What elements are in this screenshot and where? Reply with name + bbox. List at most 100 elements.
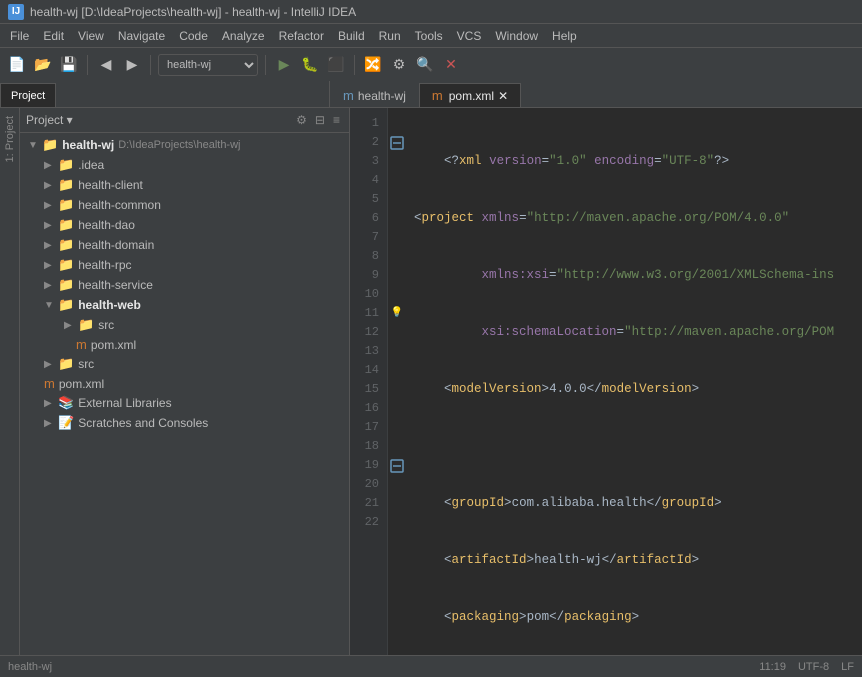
- tabs-row: Project m health-wj m pom.xml ✕: [0, 82, 862, 108]
- tab-close-icon[interactable]: ✕: [498, 89, 508, 103]
- tree-root[interactable]: ▼ 📁 health-wj D:\IdeaProjects\health-wj: [20, 135, 349, 155]
- idea-folder-icon: 📁: [58, 157, 74, 173]
- menu-help[interactable]: Help: [546, 27, 583, 45]
- extlibs-arrow: ▶: [44, 398, 56, 409]
- separator-3: [265, 55, 266, 75]
- tree-item-health-client[interactable]: ▶ 📁 health-client: [20, 175, 349, 195]
- gutter-12: [388, 323, 406, 342]
- idea-arrow: ▶: [44, 160, 56, 171]
- panel-header-icons: ⚙ ⊟ ≡: [293, 112, 343, 128]
- cursor-pos: 11:19: [759, 661, 786, 673]
- line-num-6: 6: [350, 209, 379, 228]
- line-num-16: 16: [350, 399, 379, 418]
- menu-refactor[interactable]: Refactor: [273, 27, 330, 45]
- tree-item-src[interactable]: ▶ 📁 src: [20, 354, 349, 374]
- panel-title-label: Project ▾: [26, 113, 73, 127]
- code-line-5: <modelVersion>4.0.0</modelVersion>: [414, 380, 854, 399]
- tree-item-health-service[interactable]: ▶ 📁 health-service: [20, 275, 349, 295]
- close-proj-button[interactable]: ✕: [440, 54, 462, 76]
- client-arrow: ▶: [44, 180, 56, 191]
- vcs-button[interactable]: 🔀: [362, 54, 384, 76]
- menu-view[interactable]: View: [72, 27, 110, 45]
- collapse-icon[interactable]: ⊟: [312, 112, 328, 128]
- menu-navigate[interactable]: Navigate: [112, 27, 171, 45]
- tree-item-root-pom[interactable]: m pom.xml: [20, 374, 349, 393]
- project-tab[interactable]: Project: [0, 83, 56, 107]
- client-folder-icon: 📁: [58, 177, 74, 193]
- extlibs-icon: 📚: [58, 395, 74, 411]
- root-pom-label: pom.xml: [59, 377, 104, 391]
- menu-window[interactable]: Window: [489, 27, 544, 45]
- tree-item-health-common[interactable]: ▶ 📁 health-common: [20, 195, 349, 215]
- rpc-label: health-rpc: [78, 258, 131, 272]
- service-label: health-service: [78, 278, 153, 292]
- tree-item-idea[interactable]: ▶ 📁 .idea: [20, 155, 349, 175]
- tab-pom-xml[interactable]: m pom.xml ✕: [419, 83, 521, 107]
- tab-health-wj-label: health-wj: [358, 89, 406, 103]
- separator-4: [354, 55, 355, 75]
- menu-edit[interactable]: Edit: [37, 27, 70, 45]
- gutter-11: 💡: [388, 304, 406, 323]
- back-button[interactable]: ◀: [95, 54, 117, 76]
- line-num-18: 18: [350, 437, 379, 456]
- line-num-19: 19: [350, 456, 379, 475]
- save-button[interactable]: 💾: [58, 54, 80, 76]
- menu-build[interactable]: Build: [332, 27, 371, 45]
- open-button[interactable]: 📂: [32, 54, 54, 76]
- line-sep: LF: [841, 661, 854, 673]
- web-src-icon: 📁: [78, 317, 94, 333]
- menu-analyze[interactable]: Analyze: [216, 27, 271, 45]
- scratches-icon: 📝: [58, 415, 74, 431]
- search-button[interactable]: 🔍: [414, 54, 436, 76]
- tree-item-scratches[interactable]: ▶ 📝 Scratches and Consoles: [20, 413, 349, 433]
- code-area: 1 2 3 4 5 6 7 8 9 10 11 12 13 14 15 16 1…: [350, 108, 862, 655]
- menu-run[interactable]: Run: [373, 27, 407, 45]
- line-num-7: 7: [350, 228, 379, 247]
- menu-vcs[interactable]: VCS: [451, 27, 488, 45]
- stop-button[interactable]: ⬛: [325, 54, 347, 76]
- config-combo[interactable]: health-wj: [158, 54, 258, 76]
- tree-item-health-domain[interactable]: ▶ 📁 health-domain: [20, 235, 349, 255]
- tree-item-health-web-pom[interactable]: m pom.xml: [20, 335, 349, 354]
- tab-pom-xml-label: pom.xml: [449, 89, 494, 103]
- service-arrow: ▶: [44, 280, 56, 291]
- domain-folder-icon: 📁: [58, 237, 74, 253]
- tree-item-health-rpc[interactable]: ▶ 📁 health-rpc: [20, 255, 349, 275]
- code-content[interactable]: <?xml version="1.0" encoding="UTF-8"?> <…: [406, 108, 862, 655]
- dao-label: health-dao: [78, 218, 135, 232]
- code-line-4: xsi:schemaLocation="http://maven.apache.…: [414, 323, 854, 342]
- vertical-tab-bar: 1: Project: [0, 108, 20, 655]
- rpc-folder-icon: 📁: [58, 257, 74, 273]
- menu-tools[interactable]: Tools: [409, 27, 449, 45]
- line-num-21: 21: [350, 494, 379, 513]
- code-line-2: <project xmlns="http://maven.apache.org/…: [414, 209, 854, 228]
- gutter-6: [388, 209, 406, 228]
- menu-file[interactable]: File: [4, 27, 35, 45]
- gutter-13: [388, 342, 406, 361]
- gutter-8: [388, 247, 406, 266]
- tree-item-health-web-src[interactable]: ▶ 📁 src: [20, 315, 349, 335]
- web-pom-icon: m: [76, 337, 87, 352]
- tab-health-wj[interactable]: m health-wj: [330, 83, 419, 107]
- sync-icon[interactable]: ⚙: [293, 112, 310, 128]
- new-button[interactable]: 📄: [6, 54, 28, 76]
- bottom-bar: health-wj 11:19 UTF-8 LF: [0, 655, 862, 677]
- forward-button[interactable]: ▶: [121, 54, 143, 76]
- common-label: health-common: [78, 198, 161, 212]
- encoding: UTF-8: [798, 661, 829, 673]
- title-text: health-wj [D:\IdeaProjects\health-wj] - …: [30, 5, 356, 19]
- tree-item-health-web[interactable]: ▼ 📁 health-web: [20, 295, 349, 315]
- menu-code[interactable]: Code: [173, 27, 214, 45]
- gutter-22: [388, 513, 406, 532]
- gutter: 💡: [388, 108, 406, 655]
- tree-item-ext-libs[interactable]: ▶ 📚 External Libraries: [20, 393, 349, 413]
- run-button[interactable]: ▶: [273, 54, 295, 76]
- line-num-11: 11: [350, 304, 379, 323]
- debug-button[interactable]: 🐛: [299, 54, 321, 76]
- line-num-9: 9: [350, 266, 379, 285]
- tree-item-health-dao[interactable]: ▶ 📁 health-dao: [20, 215, 349, 235]
- project-vertical-tab[interactable]: 1: Project: [2, 108, 18, 170]
- settings-button[interactable]: ⚙: [388, 54, 410, 76]
- settings-icon[interactable]: ≡: [330, 112, 343, 128]
- dao-arrow: ▶: [44, 220, 56, 231]
